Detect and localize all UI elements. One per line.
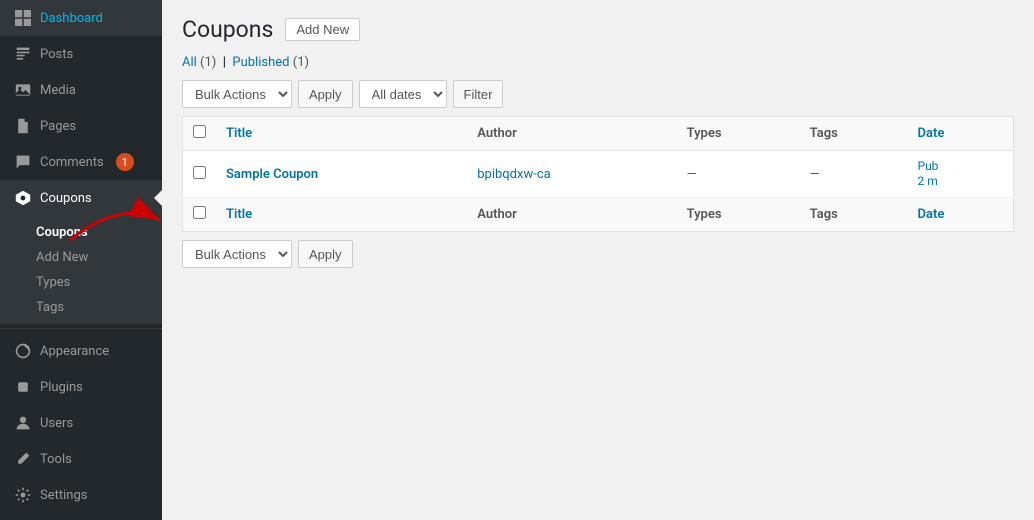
table-header-row: Title Author Types Tags Date [183, 117, 1014, 151]
media-icon [14, 81, 32, 99]
top-toolbar: Bulk Actions Apply All dates Filter [182, 80, 1014, 108]
pages-icon [14, 117, 32, 135]
row-date-value: Pub 2 m [918, 159, 939, 188]
posts-icon [14, 45, 32, 63]
page-header: Coupons Add New [182, 16, 1014, 43]
sidebar-item-plugins[interactable]: Plugins [0, 369, 162, 405]
header-types: Types [677, 117, 800, 151]
sidebar-item-settings[interactable]: Settings [0, 477, 162, 513]
submenu-coupons[interactable]: Coupons [0, 220, 162, 245]
tools-label: Tools [40, 452, 72, 467]
coupons-icon [14, 189, 32, 207]
bulk-actions-select-top[interactable]: Bulk Actions [182, 80, 292, 108]
sidebar-item-tools[interactable]: Tools [0, 441, 162, 477]
apply-button-top[interactable]: Apply [298, 80, 353, 108]
row-types-cell: — [677, 151, 800, 198]
row-types-value: — [687, 167, 697, 182]
appearance-label: Appearance [40, 344, 109, 359]
sidebar-item-comments[interactable]: Comments 1 [0, 144, 162, 180]
select-all-checkbox-bottom[interactable] [193, 206, 206, 219]
dashboard-icon [14, 9, 32, 27]
footer-title[interactable]: Title [216, 198, 467, 232]
bulk-actions-select-bottom[interactable]: Bulk Actions [182, 240, 292, 268]
filter-all-link[interactable]: All [182, 55, 197, 70]
row-date-cell: Pub 2 m [908, 151, 1014, 198]
row-tags-cell: — [800, 151, 908, 198]
sidebar-item-dashboard[interactable]: Dashboard [0, 0, 162, 36]
tools-icon [14, 450, 32, 468]
sidebar-item-users[interactable]: Users [0, 405, 162, 441]
filter-published-count: (1) [293, 55, 309, 70]
add-new-button[interactable]: Add New [285, 18, 360, 41]
submenu-types[interactable]: Types [0, 270, 162, 295]
select-all-checkbox-top[interactable] [193, 125, 206, 138]
sidebar-item-posts[interactable]: Posts [0, 36, 162, 72]
media-label: Media [40, 83, 76, 98]
submenu-add-new[interactable]: Add New [0, 245, 162, 270]
comments-icon [14, 153, 32, 171]
header-title[interactable]: Title [216, 117, 467, 151]
sidebar-item-media[interactable]: Media [0, 72, 162, 108]
filter-button[interactable]: Filter [453, 80, 504, 108]
header-tags: Tags [800, 117, 908, 151]
filter-published-link[interactable]: Published [232, 55, 289, 70]
table-footer-row: Title Author Types Tags Date [183, 198, 1014, 232]
bottom-toolbar: Bulk Actions Apply [182, 240, 1014, 268]
sidebar-item-coupons[interactable]: Coupons [0, 180, 162, 216]
row-checkbox-cell [183, 151, 217, 198]
row-title-cell: Sample Coupon [216, 151, 467, 198]
row-author-cell: bpibqdxw-ca [467, 151, 676, 198]
footer-checkbox-col [183, 198, 217, 232]
sidebar-item-pages[interactable]: Pages [0, 108, 162, 144]
plugins-label: Plugins [40, 380, 83, 395]
coupons-table: Title Author Types Tags Date Sample Coup… [182, 116, 1014, 232]
row-author-link[interactable]: bpibqdxw-ca [477, 167, 550, 182]
sidebar-item-appearance[interactable]: Appearance [0, 333, 162, 369]
row-title-link[interactable]: Sample Coupon [226, 167, 318, 182]
header-author: Author [467, 117, 676, 151]
footer-tags: Tags [800, 198, 908, 232]
submenu-tags[interactable]: Tags [0, 295, 162, 320]
row-date-status: Pub [918, 159, 939, 173]
footer-types: Types [677, 198, 800, 232]
plugins-icon [14, 378, 32, 396]
posts-label: Posts [40, 47, 73, 62]
footer-date[interactable]: Date [908, 198, 1014, 232]
footer-author: Author [467, 198, 676, 232]
header-checkbox-col [183, 117, 217, 151]
apply-button-bottom[interactable]: Apply [298, 240, 353, 268]
settings-icon [14, 486, 32, 504]
users-icon [14, 414, 32, 432]
comments-label: Comments [40, 155, 104, 170]
row-tags-value: — [810, 167, 820, 182]
settings-label: Settings [40, 488, 87, 503]
filter-links: All (1) | Published (1) [182, 55, 1014, 70]
header-date[interactable]: Date [908, 117, 1014, 151]
users-label: Users [40, 416, 73, 431]
coupons-label: Coupons [40, 191, 92, 206]
appearance-icon [14, 342, 32, 360]
page-title: Coupons [182, 16, 273, 43]
row-date-sub: 2 m [918, 174, 938, 188]
pages-label: Pages [40, 119, 76, 134]
row-checkbox[interactable] [193, 166, 206, 179]
comments-badge: 1 [116, 153, 134, 171]
table-row: Sample Coupon bpibqdxw-ca — — Pub 2 m [183, 151, 1014, 198]
coupons-submenu: Coupons Add New Types Tags [0, 216, 162, 324]
dashboard-label: Dashboard [40, 11, 103, 26]
filter-all-count: (1) [200, 55, 216, 70]
date-filter-select[interactable]: All dates [359, 80, 447, 108]
